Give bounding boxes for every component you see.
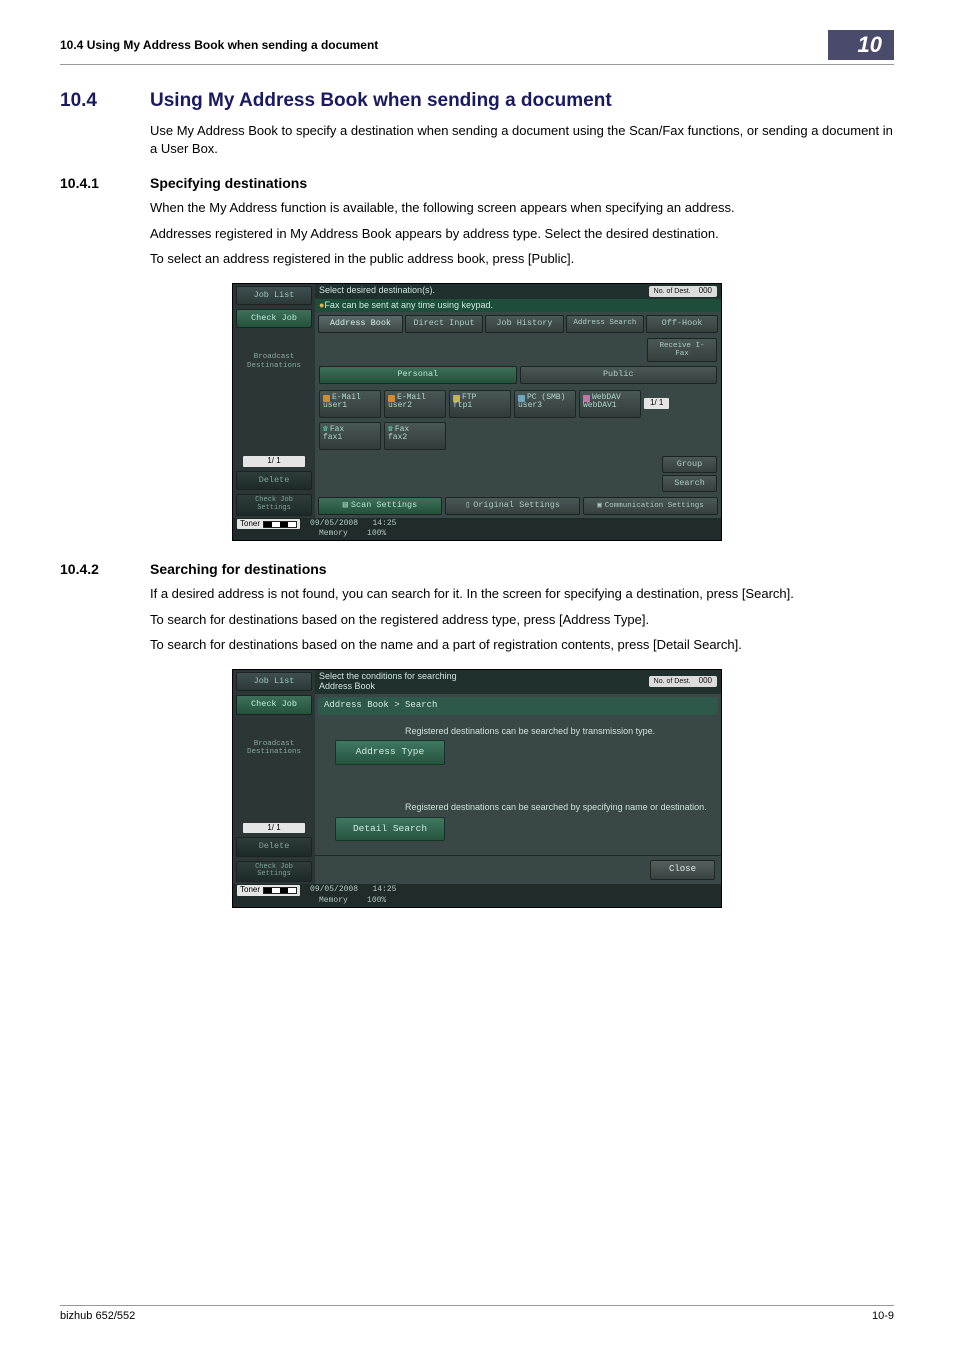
memory-label: Memory: [319, 529, 348, 538]
subsection-10-4-1: 10.4.1 Specifying destinations: [60, 175, 894, 191]
receive-ifax-button[interactable]: Receive I-Fax: [647, 338, 717, 363]
status-date: 09/05/2008: [310, 885, 358, 894]
subsection-10-4-2: 10.4.2 Searching for destinations: [60, 561, 894, 577]
broadcast-label: Broadcast Destinations: [236, 740, 312, 757]
delete-button[interactable]: Delete: [236, 471, 312, 490]
dest-count: No. of Dest. 000: [649, 676, 717, 687]
job-list-button[interactable]: Job List: [236, 286, 312, 305]
memory-pct: 100%: [367, 529, 386, 538]
footer-page-number: 10-9: [872, 1310, 894, 1322]
job-list-button[interactable]: Job List: [236, 672, 312, 691]
tab-address-book[interactable]: Address Book: [318, 315, 403, 332]
section-10-4: 10.4 Using My Address Book when sending …: [60, 90, 894, 112]
instruction-text: Select the conditions for searchingAddre…: [319, 672, 457, 692]
page-header: 10.4 Using My Address Book when sending …: [60, 30, 894, 65]
body-paragraph: If a desired address is not found, you c…: [150, 585, 894, 603]
chapter-badge: 10: [828, 30, 894, 60]
tab-off-hook[interactable]: Off-Hook: [646, 315, 718, 332]
check-job-button[interactable]: Check Job: [236, 695, 312, 714]
footer-model: bizhub 652/552: [60, 1310, 135, 1322]
info-text: Registered destinations can be searched …: [315, 721, 721, 739]
tab-direct-input[interactable]: Direct Input: [405, 315, 483, 332]
sidebar-page-count: 1/ 1: [243, 456, 305, 467]
toner-indicator: Toner: [237, 519, 300, 530]
page-footer: bizhub 652/552 10-9: [60, 1305, 894, 1322]
check-job-settings-button[interactable]: Check Job Settings: [236, 494, 312, 515]
screenshot-search: Job List Check Job Broadcast Destination…: [60, 669, 894, 908]
screenshot-address-book: Job List Check Job Broadcast Destination…: [60, 283, 894, 542]
status-time: 14:25: [372, 885, 396, 894]
comm-settings-button[interactable]: ▣Communication Settings: [583, 497, 718, 514]
body-paragraph: To select an address registered in the p…: [150, 250, 894, 268]
device-icon: ▣: [597, 502, 602, 510]
instruction-text: Select desired destination(s).: [319, 286, 435, 296]
page-icon: ▯: [465, 501, 470, 510]
chip-page-count: 1/ 1: [644, 398, 669, 409]
status-date: 09/05/2008: [310, 519, 358, 528]
section-title: Using My Address Book when sending a doc…: [150, 90, 612, 112]
status-time: 14:25: [372, 519, 396, 528]
dest-fax1[interactable]: ☎Faxfax1: [319, 422, 381, 450]
subsection-title: Specifying destinations: [150, 175, 307, 191]
section-intro: Use My Address Book to specify a destina…: [150, 122, 894, 157]
toner-indicator: Toner: [237, 885, 300, 896]
body-paragraph: To search for destinations based on the …: [150, 636, 894, 654]
dest-webdav[interactable]: WebDAVWebDAV1: [579, 390, 641, 418]
group-button[interactable]: Group: [662, 456, 717, 473]
memory-label: Memory: [319, 896, 348, 905]
dest-fax2[interactable]: ☎Faxfax2: [384, 422, 446, 450]
memory-pct: 100%: [367, 896, 386, 905]
broadcast-label: Broadcast Destinations: [236, 353, 312, 370]
public-tab[interactable]: Public: [520, 366, 718, 383]
personal-tab[interactable]: Personal: [319, 366, 517, 383]
breadcrumb: Address Book > Search: [318, 697, 718, 715]
scan-settings-button[interactable]: ▤Scan Settings: [318, 497, 442, 514]
address-type-button[interactable]: Address Type: [335, 740, 445, 764]
body-paragraph: Addresses registered in My Address Book …: [150, 225, 894, 243]
check-job-settings-button[interactable]: Check Job Settings: [236, 861, 312, 882]
running-header: 10.4 Using My Address Book when sending …: [60, 38, 378, 52]
dest-email-user2[interactable]: E-Mailuser2: [384, 390, 446, 418]
body-paragraph: When the My Address function is availabl…: [150, 199, 894, 217]
banner-text: Fax can be sent at any time using keypad…: [324, 300, 493, 310]
search-button[interactable]: Search: [662, 475, 717, 492]
subsection-title: Searching for destinations: [150, 561, 327, 577]
original-settings-button[interactable]: ▯Original Settings: [445, 497, 580, 514]
detail-search-button[interactable]: Detail Search: [335, 817, 445, 841]
dest-ftp1[interactable]: FTPftp1: [449, 390, 511, 418]
sidebar-page-count: 1/ 1: [243, 823, 305, 834]
close-button[interactable]: Close: [650, 860, 715, 880]
doc-icon: ▤: [343, 501, 348, 510]
dest-email-user1[interactable]: E-Mailuser1: [319, 390, 381, 418]
delete-button[interactable]: Delete: [236, 837, 312, 856]
tab-job-history[interactable]: Job History: [485, 315, 563, 332]
dest-pc-smb[interactable]: PC (SMB)user3: [514, 390, 576, 418]
body-paragraph: To search for destinations based on the …: [150, 611, 894, 629]
check-job-button[interactable]: Check Job: [236, 309, 312, 328]
section-number: 10.4: [60, 90, 150, 112]
subsection-number: 10.4.2: [60, 561, 150, 577]
subsection-number: 10.4.1: [60, 175, 150, 191]
dest-count: No. of Dest. 000: [649, 286, 717, 297]
info-text: Registered destinations can be searched …: [315, 783, 721, 815]
tab-address-search[interactable]: Address Search: [566, 315, 644, 332]
